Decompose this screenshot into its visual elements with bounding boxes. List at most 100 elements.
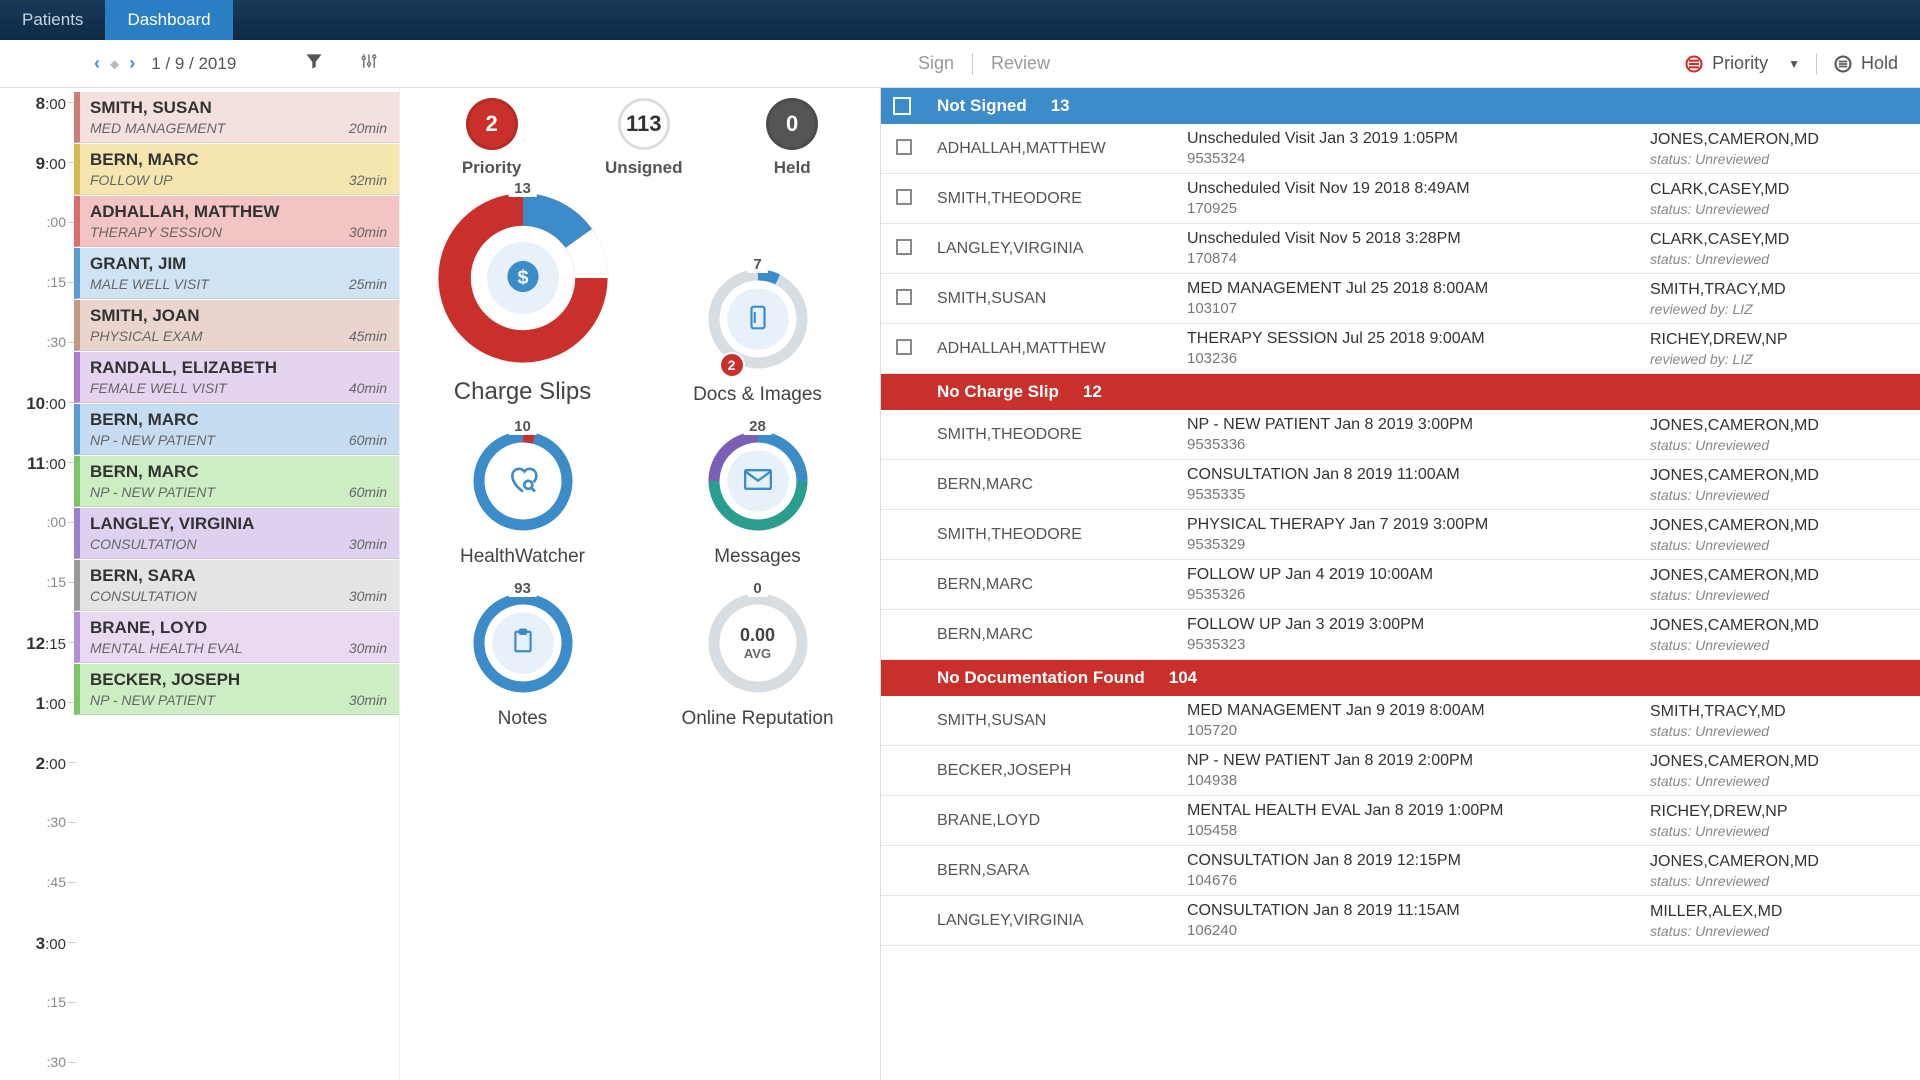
charge-count: 13 [508,180,537,197]
row-desc: FOLLOW UP Jan 3 2019 3:00PM [1187,616,1650,634]
appointment-item[interactable]: BECKER, JOSEPHNP - NEW PATIENT30min [74,664,399,715]
row-status: status: Unreviewed [1650,923,1908,939]
healthwatcher-widget[interactable]: 10 HealthWatcher [420,426,625,568]
task-row[interactable]: SMITH,THEODORENP - NEW PATIENT Jan 8 201… [881,410,1920,460]
row-status: status: Unreviewed [1650,487,1908,503]
task-row[interactable]: SMITH,SUSANMED MANAGEMENT Jul 25 2018 8:… [881,274,1920,324]
counter-label: Held [766,158,818,178]
counter-unsigned[interactable]: 113 Unsigned [605,98,682,178]
appt-name: BRANE, LOYD [90,618,389,638]
appointment-item[interactable]: LANGLEY, VIRGINIACONSULTATION30min [74,508,399,559]
task-row[interactable]: BERN,MARCFOLLOW UP Jan 3 2019 3:00PM9535… [881,610,1920,660]
messages-widget[interactable]: 28 Messages [655,426,860,568]
hold-label: Hold [1861,53,1898,74]
appointment-item[interactable]: BERN, SARACONSULTATION30min [74,560,399,611]
divider [972,53,973,75]
row-status: status: Unreviewed [1650,151,1908,167]
date-display[interactable]: 1 / 9 / 2019 [145,54,242,74]
docs-images-widget[interactable]: 7 2 Docs & Images [655,264,860,406]
top-nav: Patients Dashboard [0,0,1920,40]
counter-badge: 2 [466,98,518,150]
appt-name: BERN, SARA [90,566,389,586]
task-row[interactable]: SMITH,THEODOREPHYSICAL THERAPY Jan 7 201… [881,510,1920,560]
appointment-item[interactable]: ADHALLAH, MATTHEWTHERAPY SESSION30min [74,196,399,247]
hold-button[interactable]: Hold [1823,49,1908,78]
row-provider: JONES,CAMERON,MD [1650,467,1908,485]
section-header[interactable]: No Charge Slip12 [881,374,1920,410]
task-row[interactable]: ADHALLAH,MATTHEWTHERAPY SESSION Jul 25 2… [881,324,1920,374]
task-row[interactable]: LANGLEY,VIRGINIACONSULTATION Jan 8 2019 … [881,896,1920,946]
appt-duration: 20min [349,120,387,136]
row-id: 9535335 [1187,486,1650,503]
row-patient: BERN,MARC [927,626,1187,644]
task-row[interactable]: LANGLEY,VIRGINIAUnscheduled Visit Nov 5 … [881,224,1920,274]
row-id: 170874 [1187,250,1650,267]
row-id: 104938 [1187,772,1650,789]
docs-title: Docs & Images [655,384,860,406]
counter-badge: 113 [618,98,670,150]
row-checkbox[interactable] [896,189,912,205]
row-id: 105720 [1187,722,1650,739]
task-row[interactable]: BECKER,JOSEPHNP - NEW PATIENT Jan 8 2019… [881,746,1920,796]
chevron-down-icon: ▼ [1788,57,1800,71]
row-provider: MILLER,ALEX,MD [1650,903,1908,921]
section-header[interactable]: Not Signed13 [881,88,1920,124]
appt-duration: 30min [349,692,387,708]
task-row[interactable]: BRANE,LOYDMENTAL HEALTH EVAL Jan 8 2019 … [881,796,1920,846]
appt-duration: 40min [349,380,387,396]
task-row[interactable]: ADHALLAH,MATTHEWUnscheduled Visit Jan 3 … [881,124,1920,174]
appointment-item[interactable]: BRANE, LOYDMENTAL HEALTH EVAL30min [74,612,399,663]
appointment-item[interactable]: BERN, MARCNP - NEW PATIENT60min [74,404,399,455]
row-checkbox[interactable] [896,289,912,305]
row-checkbox[interactable] [896,339,912,355]
task-row[interactable]: BERN,MARCCONSULTATION Jan 8 2019 11:00AM… [881,460,1920,510]
appointment-item[interactable]: BERN, MARCNP - NEW PATIENT60min [74,456,399,507]
schedule-panel: 8:009:00:00:15:3010:0011:00:00:1512:151:… [0,88,400,1080]
appointment-item[interactable]: BERN, MARCFOLLOW UP32min [74,144,399,195]
section-checkbox[interactable] [893,97,911,115]
settings-sliders-icon[interactable] [346,51,392,77]
charge-slips-widget[interactable]: $ 13 Charge Slips [420,188,625,406]
row-provider: SMITH,TRACY,MD [1650,281,1908,299]
row-status: reviewed by: LIZ [1650,351,1908,367]
section-header[interactable]: No Documentation Found104 [881,660,1920,696]
appointment-item[interactable]: SMITH, JOANPHYSICAL EXAM45min [74,300,399,351]
appt-type: FOLLOW UP [90,172,389,188]
task-row[interactable]: SMITH,THEODOREUnscheduled Visit Nov 19 2… [881,174,1920,224]
tab-patients[interactable]: Patients [0,0,105,40]
task-row[interactable]: BERN,MARCFOLLOW UP Jan 4 2019 10:00AM953… [881,560,1920,610]
counter-held[interactable]: 0Held [766,98,818,178]
appointment-item[interactable]: SMITH, SUSANMED MANAGEMENT20min [74,92,399,143]
tab-dashboard[interactable]: Dashboard [105,0,232,40]
time-tick: :00 [0,508,74,568]
prev-arrow-icon[interactable]: ‹ [92,53,102,74]
notes-title: Notes [420,708,625,730]
row-patient: ADHALLAH,MATTHEW [927,340,1187,358]
messages-count: 28 [743,418,772,435]
row-desc: NP - NEW PATIENT Jan 8 2019 3:00PM [1187,416,1650,434]
appt-name: BERN, MARC [90,462,389,482]
today-icon[interactable]: ◆ [110,57,119,71]
reputation-avg: 0.00 [740,625,775,646]
appointment-item[interactable]: GRANT, JIMMALE WELL VISIT25min [74,248,399,299]
priority-dropdown[interactable]: Priority ▼ [1674,49,1810,78]
reputation-widget[interactable]: 0.00 AVG 0 Online Reputation [655,588,860,730]
counter-label: Unsigned [605,158,682,178]
notes-count: 93 [508,580,537,597]
task-row[interactable]: SMITH,SUSANMED MANAGEMENT Jan 9 2019 8:0… [881,696,1920,746]
filter-icon[interactable] [290,51,338,77]
row-id: 9535329 [1187,536,1650,553]
row-checkbox[interactable] [896,239,912,255]
appointment-item[interactable]: RANDALL, ELIZABETHFEMALE WELL VISIT40min [74,352,399,403]
appt-type: FEMALE WELL VISIT [90,380,389,396]
notes-widget[interactable]: 93 Notes [420,588,625,730]
review-button[interactable]: Review [979,53,1062,74]
next-arrow-icon[interactable]: › [127,53,137,74]
task-row[interactable]: BERN,SARACONSULTATION Jan 8 2019 12:15PM… [881,846,1920,896]
counter-priority[interactable]: 2Priority [462,98,522,178]
docs-count: 7 [747,256,767,273]
row-checkbox[interactable] [896,139,912,155]
sign-button[interactable]: Sign [906,53,966,74]
heart-search-icon [507,464,539,499]
row-status: status: Unreviewed [1650,437,1908,453]
